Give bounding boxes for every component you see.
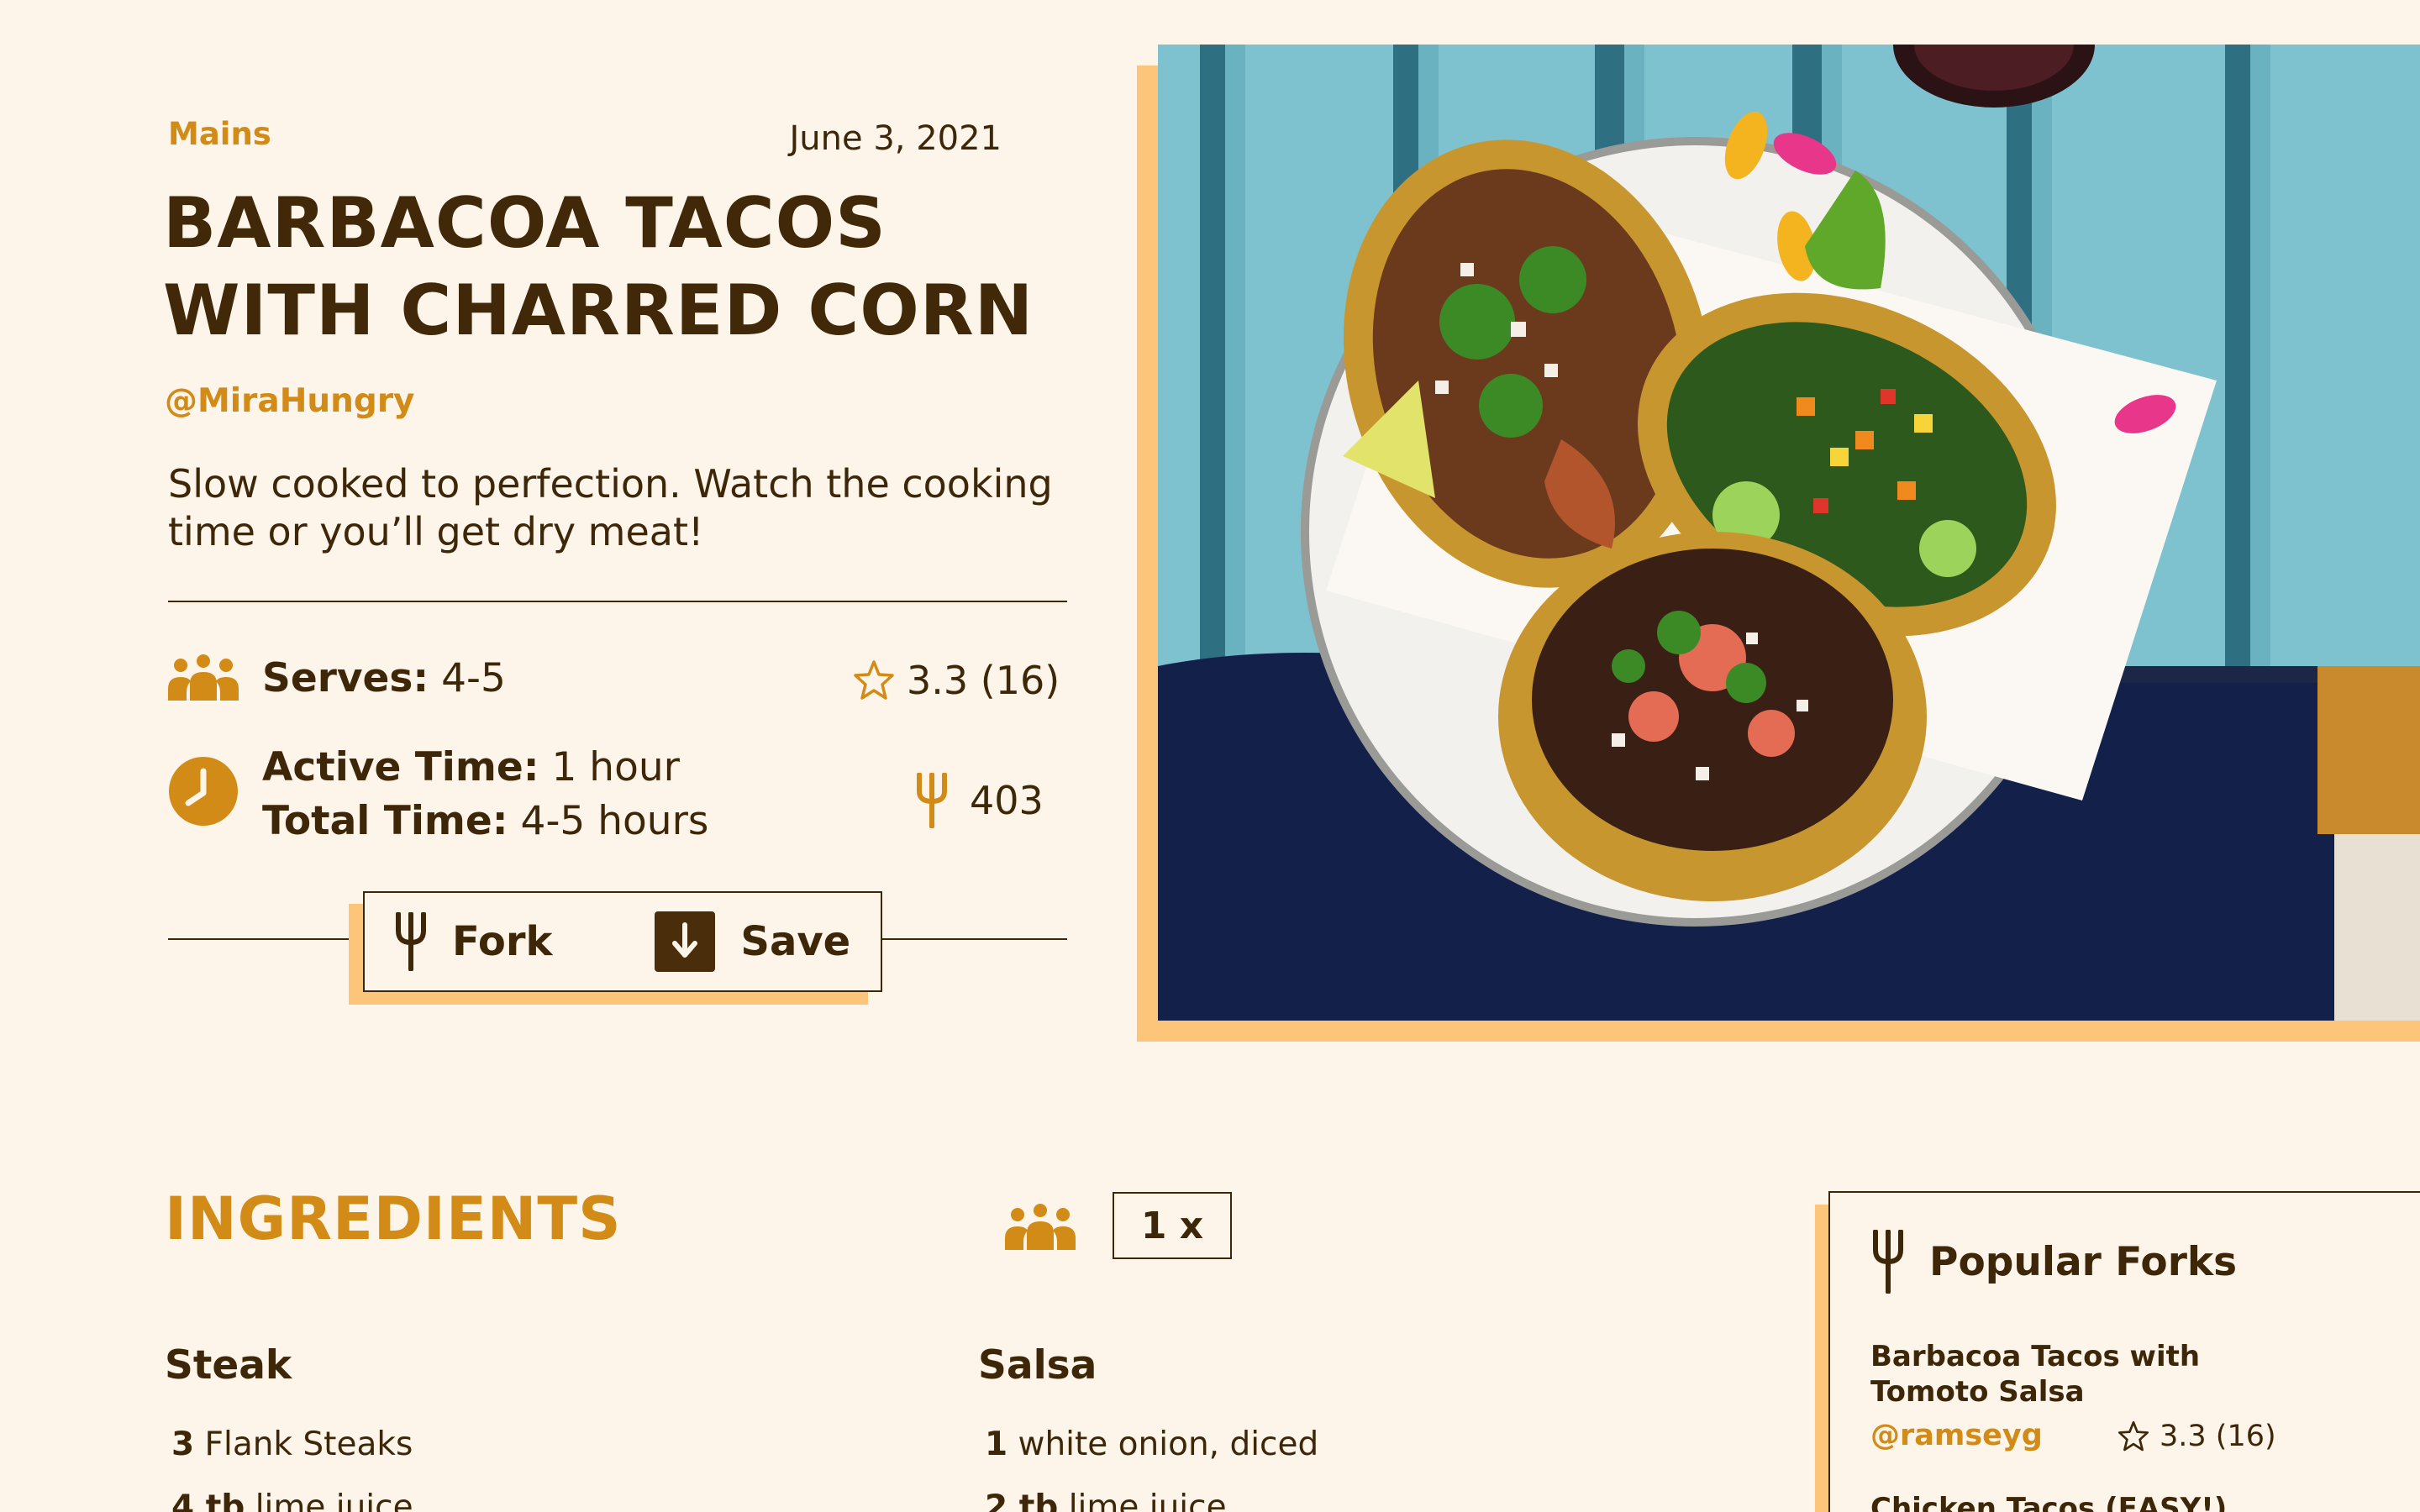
ingredient-text: lime juice (255, 1488, 413, 1512)
popular-forks-title: Popular Forks (1872, 1230, 2237, 1294)
recipe-category[interactable]: Mains (168, 116, 271, 152)
ingredient-item: 1 white onion, diced (985, 1425, 1318, 1463)
clock-icon (169, 757, 238, 826)
rating-value: 3.3 (16) (907, 658, 1060, 703)
ingredient-text: white onion, diced (1018, 1425, 1319, 1463)
time-info: Active Time: 1 hour Total Time: 4-5 hour… (262, 741, 708, 848)
recipe-rating[interactable]: 3.3 (16) (853, 658, 1060, 703)
active-time-value: 1 hour (551, 744, 680, 790)
star-outline-icon (854, 660, 894, 700)
serving-multiplier-input[interactable]: 1 x (1113, 1192, 1232, 1259)
ingredient-qty: 3 (171, 1425, 195, 1463)
recipe-title-line-1: BARBACOA TACOS (163, 182, 886, 264)
fork-icon (396, 912, 426, 971)
active-time-label: Active Time: (262, 744, 539, 790)
recipe-photo (1158, 45, 2420, 1021)
star-outline-icon (2118, 1420, 2149, 1452)
popular-fork-author-link[interactable]: @ramseyg (1870, 1419, 2043, 1452)
forks-count-value: 403 (970, 778, 1044, 823)
popular-fork-link[interactable]: Chicken Tacos (EASY!) (1870, 1492, 2227, 1512)
recipe-title: BARBACOA TACOS WITH CHARRED CORN (163, 180, 1104, 354)
ingredient-qty: 4 tb (171, 1488, 245, 1512)
serves-value: 4-5 (441, 655, 506, 701)
recipe-title-line-2: WITH CHARRED CORN (163, 270, 1034, 351)
ingredient-group-title: Steak (165, 1342, 292, 1389)
save-download-icon (655, 911, 716, 972)
ingredient-text: lime juice (1068, 1488, 1227, 1512)
total-time-label: Total Time: (262, 798, 508, 844)
action-divider-right (882, 938, 1067, 940)
recipe-date: June 3, 2021 (789, 119, 1002, 158)
serves-info: Serves: 4-5 (262, 655, 506, 701)
ingredient-group-title: Salsa (978, 1342, 1097, 1389)
popular-fork-title-line-2: Tomoto Salsa (1870, 1375, 2085, 1409)
ingredient-qty: 1 (985, 1425, 1008, 1463)
action-bar: Fork Save (363, 891, 882, 992)
fork-icon (1873, 1230, 1903, 1294)
popular-fork-rating-value: 3.3 (16) (2160, 1420, 2276, 1453)
ingredient-item: 2 tb lime juice (985, 1488, 1227, 1512)
divider (168, 601, 1067, 602)
save-button-label: Save (740, 918, 851, 965)
people-icon (1005, 1204, 1076, 1250)
total-time-value: 4-5 hours (520, 798, 709, 844)
ingredients-heading: INGREDIENTS (165, 1184, 622, 1253)
recipe-author-link[interactable]: @MiraHungry (165, 382, 414, 420)
people-icon (168, 654, 239, 701)
popular-fork-rating: 3.3 (16) (2118, 1420, 2276, 1453)
action-divider-left (168, 938, 363, 940)
ingredient-item: 4 tb lime juice (171, 1488, 413, 1512)
forks-count: 403 (916, 773, 1044, 828)
total-time: Total Time: 4-5 hours (262, 795, 708, 848)
fork-button-label: Fork (452, 918, 553, 965)
fork-icon (917, 773, 947, 828)
save-button[interactable]: Save (655, 911, 850, 972)
popular-fork-link[interactable]: Barbacoa Tacos with Tomoto Salsa (1870, 1339, 2291, 1410)
popular-forks-title-text: Popular Forks (1929, 1238, 2238, 1285)
fork-button[interactable]: Fork (395, 912, 552, 971)
ingredient-text: Flank Steaks (204, 1425, 413, 1463)
recipe-description: Slow cooked to perfection. Watch the coo… (168, 461, 1053, 554)
active-time: Active Time: 1 hour (262, 741, 708, 795)
serves-label: Serves: (262, 655, 429, 701)
popular-fork-title-line-1: Barbacoa Tacos with (1870, 1340, 2201, 1373)
ingredient-qty: 2 tb (985, 1488, 1059, 1512)
ingredient-item: 3 Flank Steaks (171, 1425, 413, 1463)
